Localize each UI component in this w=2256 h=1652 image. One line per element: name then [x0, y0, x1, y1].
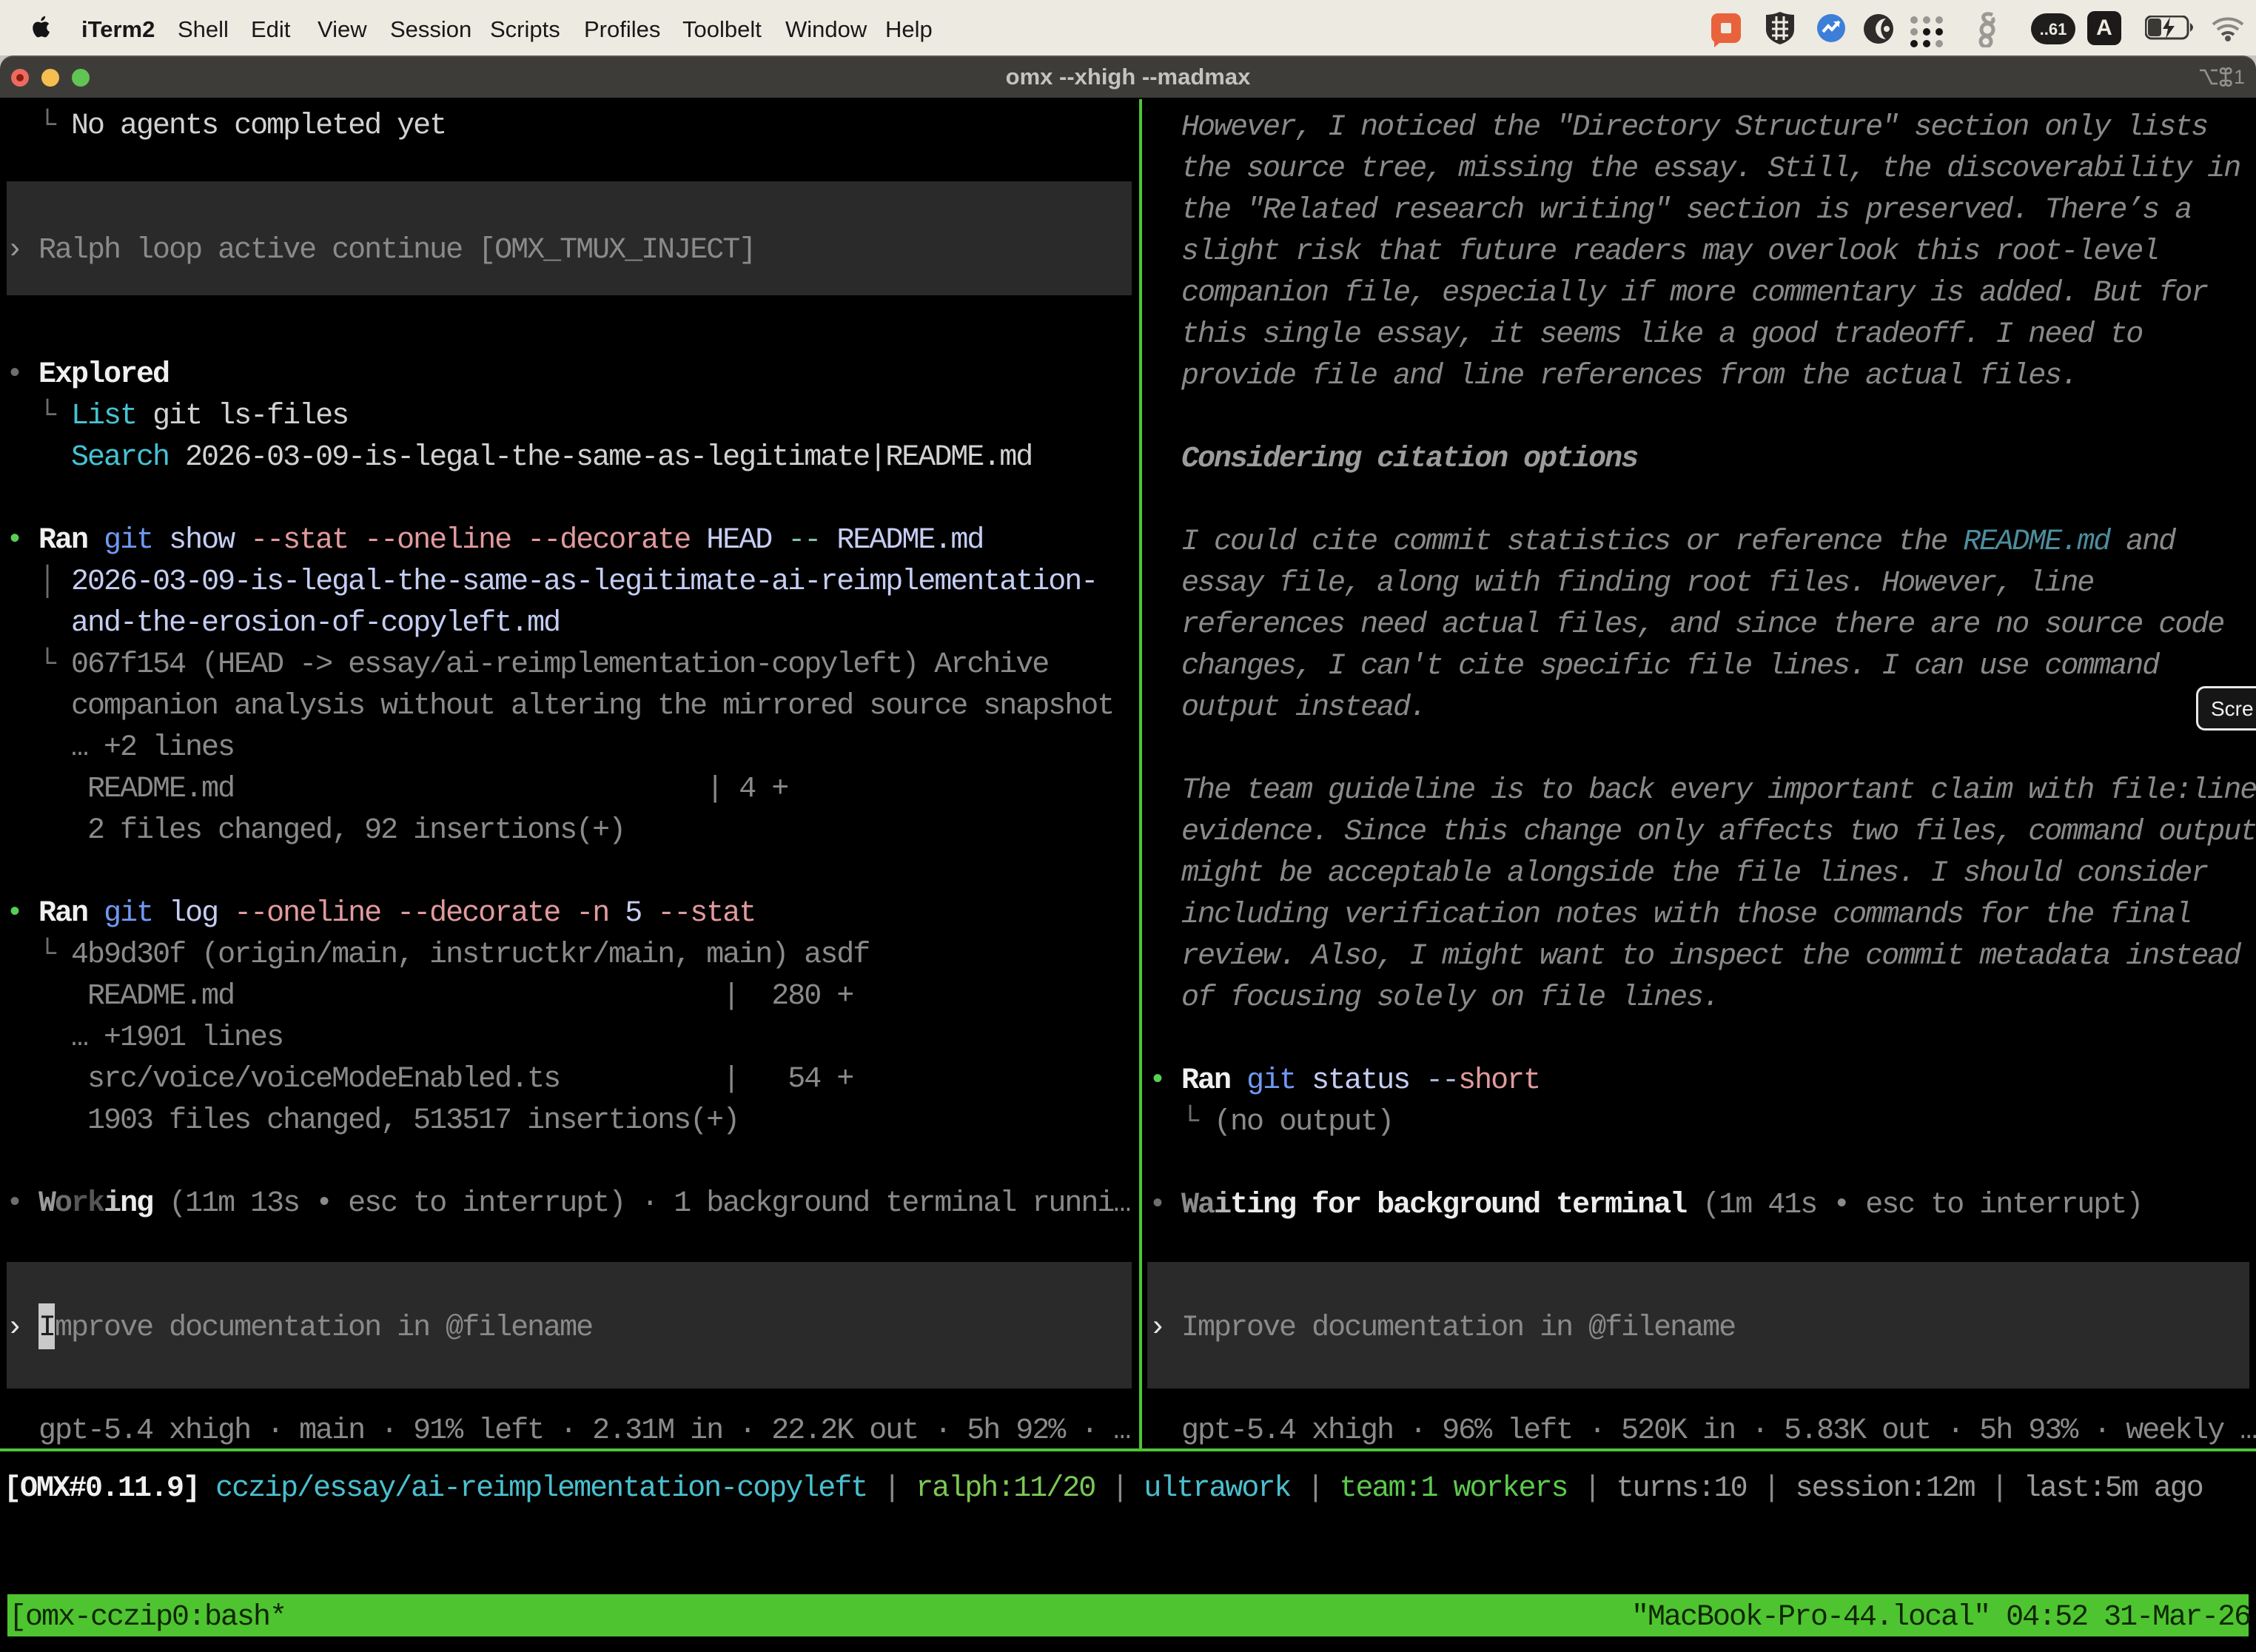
svg-text:1: 1 [2234, 67, 2245, 87]
